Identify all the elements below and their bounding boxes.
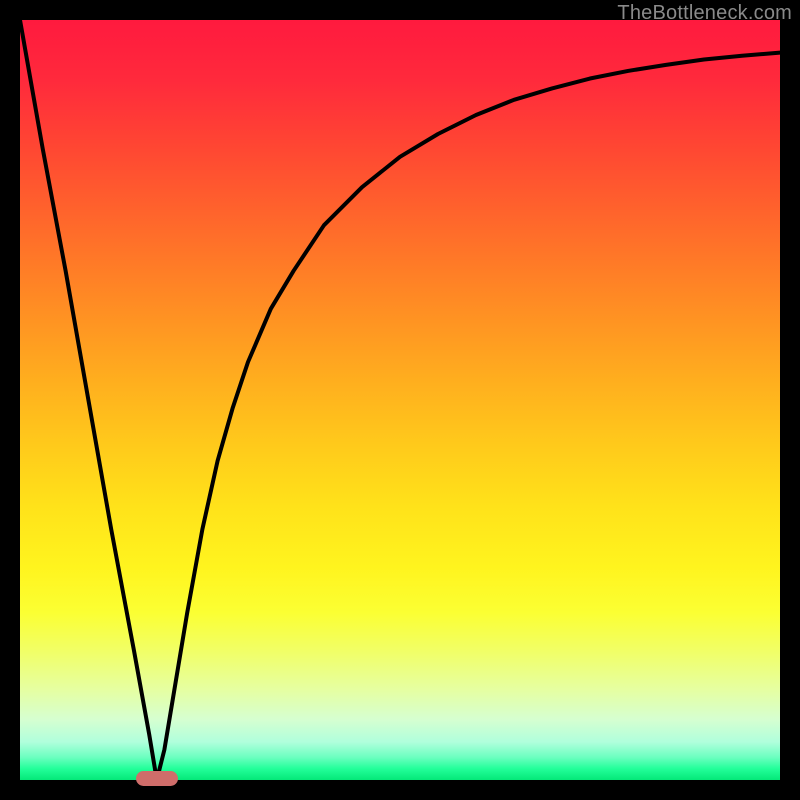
watermark-text: TheBottleneck.com: [617, 2, 792, 25]
chart-frame: TheBottleneck.com: [0, 0, 800, 800]
curve-layer: [20, 20, 780, 780]
minimum-marker: [136, 771, 178, 786]
plot-area: [20, 20, 780, 780]
bottleneck-curve: [20, 20, 780, 780]
